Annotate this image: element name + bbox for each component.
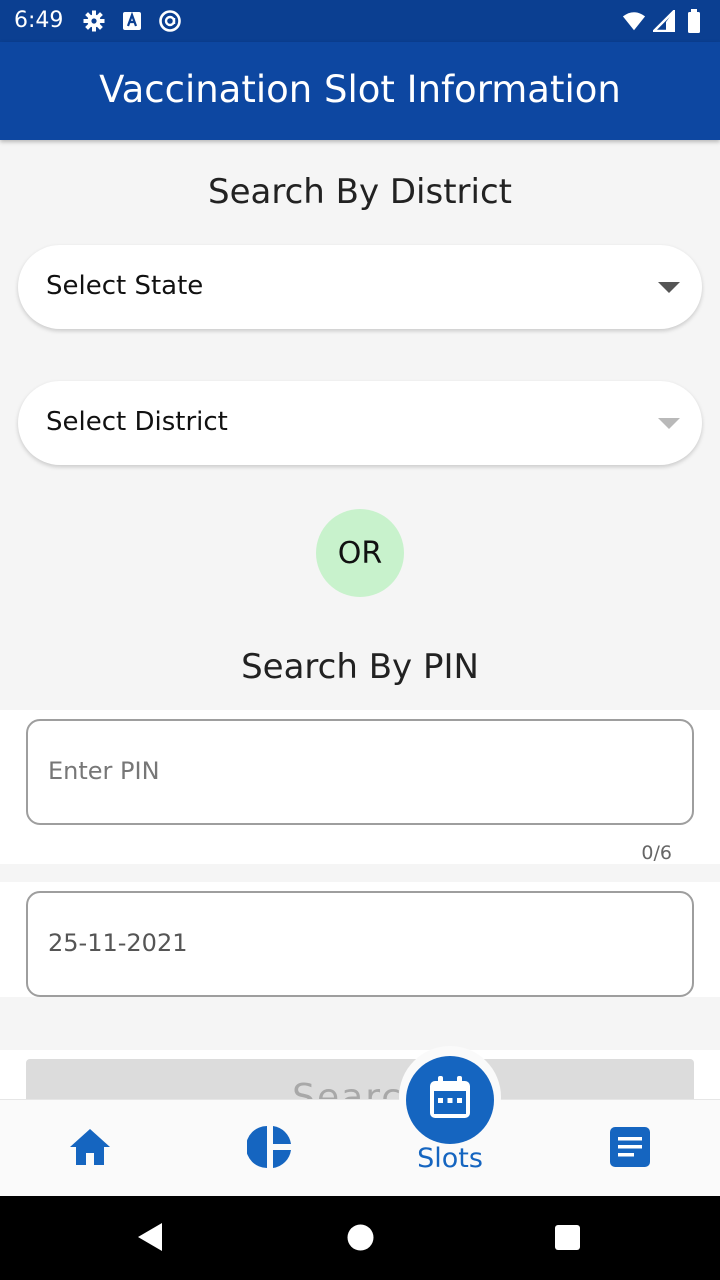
nav-item-home[interactable] [60,1122,120,1176]
back-icon[interactable] [136,1222,164,1256]
nav-item-slots[interactable] [406,1056,494,1144]
status-icons-right [622,9,706,33]
pie-chart-icon [246,1124,293,1174]
recents-square-icon[interactable] [554,1224,581,1255]
gear-icon [82,9,106,33]
district-select[interactable]: Select District [18,381,702,465]
pin-input[interactable]: Enter PIN [26,719,694,825]
status-icons-left [82,9,182,33]
pin-char-counter: 0/6 [641,842,672,864]
home-circle-icon[interactable] [347,1224,374,1255]
date-input-value: 25-11-2021 [48,929,188,957]
nav-item-stats[interactable] [240,1122,300,1176]
a-box-icon [120,9,144,33]
wifi-icon [622,9,646,33]
battery-icon [682,9,706,33]
nav-item-notes[interactable] [600,1122,660,1176]
system-navigation-bar [0,1196,720,1280]
app-title: Vaccination Slot Information [99,68,621,111]
home-icon [68,1127,112,1171]
district-search-title: Search By District [208,172,512,212]
or-divider-badge: OR [316,509,404,597]
district-select-label: Select District [46,407,228,437]
app-bar: Vaccination Slot Information [0,42,720,140]
date-input[interactable]: 25-11-2021 [26,891,694,997]
state-select[interactable]: Select State [18,245,702,329]
chevron-down-icon [658,418,680,429]
nav-item-slots-label: Slots [417,1143,483,1174]
status-bar: 6:49 [0,0,720,42]
status-time: 6:49 [14,8,64,33]
notes-icon [609,1126,651,1172]
at-sign-icon [158,9,182,33]
state-select-label: Select State [46,271,204,301]
chevron-down-icon [658,282,680,293]
bottom-navigation [0,1099,720,1196]
pin-search-title: Search By PIN [241,647,479,687]
calendar-icon [426,1074,474,1126]
pin-input-placeholder: Enter PIN [48,757,160,785]
signal-icon [652,9,676,33]
